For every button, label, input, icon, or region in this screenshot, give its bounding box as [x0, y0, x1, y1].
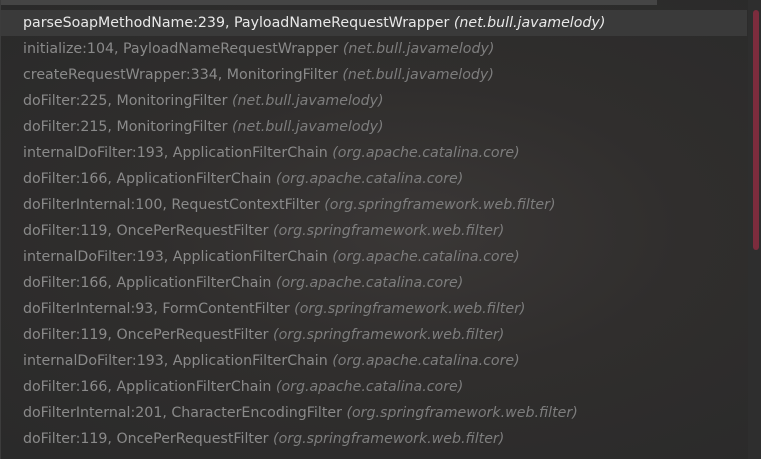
frame-package-label: (org.springframework.web.filter): [273, 223, 505, 239]
vertical-scrollbar-track[interactable]: [748, 0, 761, 459]
frame-package-label: (org.springframework.web.filter): [273, 327, 505, 343]
frame-package-label: (org.apache.catalina.core): [275, 379, 464, 395]
frame-package-label: (org.apache.catalina.core): [332, 249, 520, 265]
frame-package-label: (net.bull.javamelody): [342, 67, 494, 83]
frame-method-label: doFilter:166, ApplicationFilterChain: [23, 171, 272, 187]
frame-package-label: (net.bull.javamelody): [231, 119, 384, 135]
frame-package-label: (org.springframework.web.filter): [273, 431, 505, 447]
frame-package-label: (org.apache.catalina.core): [332, 353, 520, 369]
stack-frame-row[interactable]: internalDoFilter:193, ApplicationFilterC…: [1, 140, 747, 166]
frame-package-label: (org.springframework.web.filter): [294, 301, 526, 317]
frame-method-label: doFilter:166, ApplicationFilterChain: [23, 275, 272, 291]
stack-frame-row[interactable]: doFilter:225, MonitoringFilter (net.bull…: [1, 88, 747, 114]
stack-frame-row[interactable]: doFilter:166, ApplicationFilterChain (or…: [1, 166, 747, 192]
stack-frame-row[interactable]: doFilter:166, ApplicationFilterChain (or…: [1, 374, 747, 400]
stack-frame-row[interactable]: doFilter:166, ApplicationFilterChain (or…: [1, 270, 747, 296]
frame-method-label: initialize:104, PayloadNameRequestWrappe…: [23, 41, 339, 57]
frame-method-label: createRequestWrapper:334, MonitoringFilt…: [23, 67, 338, 83]
frame-method-label: internalDoFilter:193, ApplicationFilterC…: [23, 353, 328, 369]
frame-package-label: (net.bull.javamelody): [453, 15, 606, 31]
frame-package-label: (net.bull.javamelody): [231, 93, 384, 109]
frame-method-label: doFilterInternal:100, RequestContextFilt…: [23, 197, 320, 213]
frame-method-label: internalDoFilter:193, ApplicationFilterC…: [23, 249, 328, 265]
frame-method-label: doFilter:119, OncePerRequestFilter: [23, 327, 269, 343]
stack-frame-row[interactable]: doFilterInternal:93, FormContentFilter (…: [1, 296, 747, 322]
stack-frame-row[interactable]: doFilter:215, MonitoringFilter (net.bull…: [1, 114, 747, 140]
frame-package-label: (net.bull.javamelody): [342, 41, 495, 57]
stack-frame-row[interactable]: internalDoFilter:193, ApplicationFilterC…: [1, 348, 747, 374]
stack-frame-row-selected[interactable]: parseSoapMethodName:239, PayloadNameRequ…: [1, 10, 747, 36]
stack-frame-row[interactable]: createRequestWrapper:334, MonitoringFilt…: [1, 62, 747, 88]
frame-method-label: parseSoapMethodName:239, PayloadNameRequ…: [23, 15, 450, 31]
frame-method-label: doFilterInternal:93, FormContentFilter: [23, 301, 290, 317]
frame-package-label: (org.apache.catalina.core): [275, 275, 464, 291]
stack-frame-row[interactable]: doFilterInternal:201, CharacterEncodingF…: [1, 400, 747, 426]
stack-frame-row[interactable]: doFilterInternal:100, RequestContextFilt…: [1, 192, 747, 218]
frame-package-label: (org.apache.catalina.core): [332, 145, 520, 161]
call-stack-frame-list: parseSoapMethodName:239, PayloadNameRequ…: [1, 10, 747, 452]
horizontal-scrollbar[interactable]: [1, 0, 657, 5]
frame-method-label: doFilter:119, OncePerRequestFilter: [23, 223, 269, 239]
frame-method-label: doFilter:225, MonitoringFilter: [23, 93, 228, 109]
frame-package-label: (org.springframework.web.filter): [324, 197, 556, 213]
frame-method-label: doFilter:166, ApplicationFilterChain: [23, 379, 272, 395]
frame-package-label: (org.apache.catalina.core): [275, 171, 464, 187]
frame-method-label: doFilter:215, MonitoringFilter: [23, 119, 228, 135]
frame-method-label: doFilter:119, OncePerRequestFilter: [23, 431, 269, 447]
frame-method-label: internalDoFilter:193, ApplicationFilterC…: [23, 145, 328, 161]
frame-package-label: (org.springframework.web.filter): [346, 405, 578, 421]
debugger-frames-panel: parseSoapMethodName:239, PayloadNameRequ…: [0, 0, 761, 459]
stack-frame-row[interactable]: doFilter:119, OncePerRequestFilter (org.…: [1, 218, 747, 244]
stack-frame-row[interactable]: initialize:104, PayloadNameRequestWrappe…: [1, 36, 747, 62]
stack-frame-row[interactable]: doFilter:119, OncePerRequestFilter (org.…: [1, 322, 747, 348]
stack-frame-row[interactable]: doFilter:119, OncePerRequestFilter (org.…: [1, 426, 747, 452]
stack-frame-row[interactable]: internalDoFilter:193, ApplicationFilterC…: [1, 244, 747, 270]
vertical-scrollbar-thumb[interactable]: [753, 10, 759, 250]
frame-method-label: doFilterInternal:201, CharacterEncodingF…: [23, 405, 342, 421]
